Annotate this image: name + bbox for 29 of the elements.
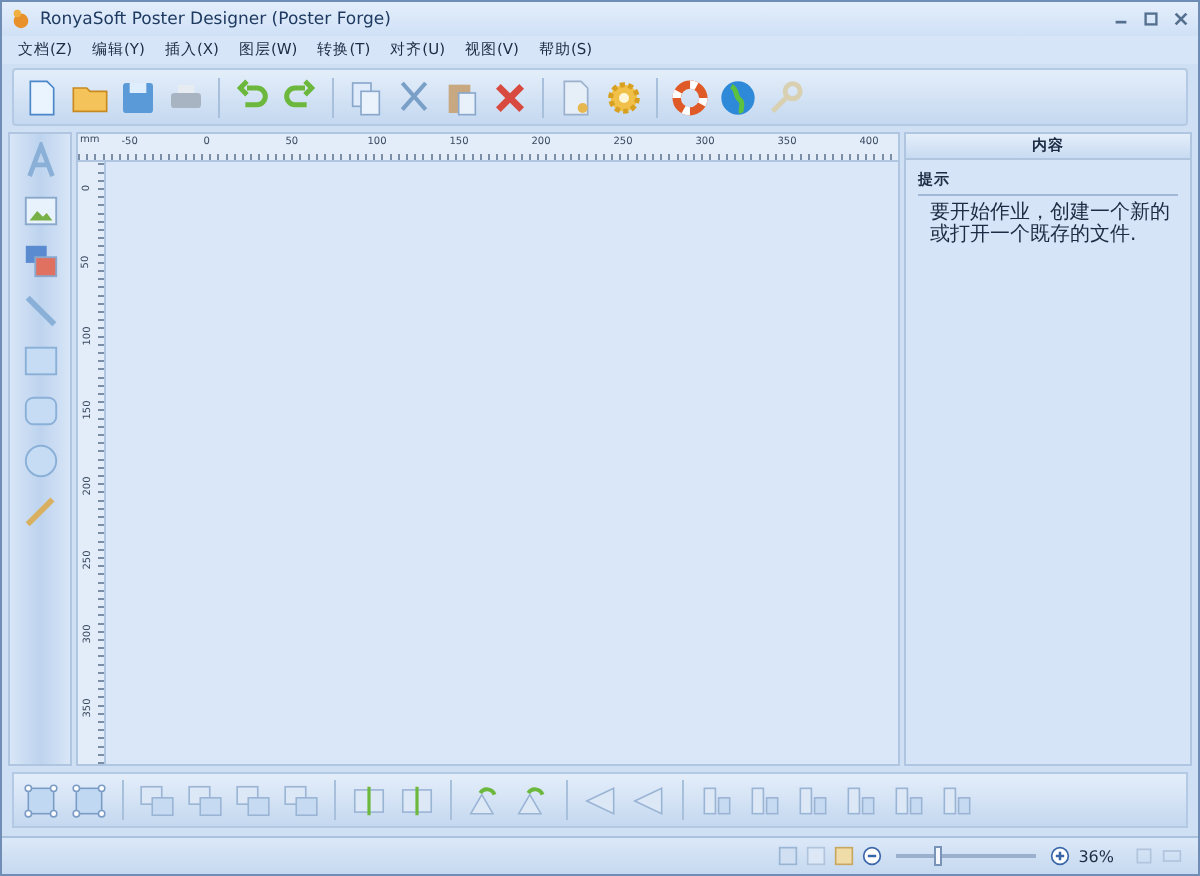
- hint-text: 要开始作业，创建一个新的或打开一个既存的文件.: [930, 202, 1172, 246]
- layers-icon[interactable]: [186, 781, 224, 819]
- line-icon[interactable]: [21, 292, 59, 330]
- flip-icon[interactable]: [398, 781, 436, 819]
- image-icon[interactable]: [21, 192, 59, 230]
- circle-icon[interactable]: [21, 442, 59, 480]
- maximize-icon[interactable]: [1142, 10, 1160, 28]
- gear-icon[interactable]: [604, 77, 644, 117]
- window-title: RonyaSoft Poster Designer (Poster Forge): [40, 9, 391, 29]
- flip-icon[interactable]: [350, 781, 388, 819]
- lifebuoy-icon[interactable]: [670, 77, 710, 117]
- rectangle-icon[interactable]: [21, 342, 59, 380]
- layers-icon[interactable]: [234, 781, 272, 819]
- select-frame-icon[interactable]: [70, 781, 108, 819]
- zoom-slider-thumb[interactable]: [934, 846, 943, 866]
- layers-icon[interactable]: [138, 781, 176, 819]
- layers-icon[interactable]: [282, 781, 320, 819]
- zoom-out-icon[interactable]: [862, 846, 883, 866]
- pencil-icon[interactable]: [21, 492, 59, 530]
- copy-icon[interactable]: [346, 77, 386, 117]
- images-icon[interactable]: [21, 242, 59, 280]
- zoom-level: 36%: [1078, 847, 1114, 865]
- zoom-in-icon[interactable]: [1050, 846, 1071, 866]
- select-frame-icon[interactable]: [22, 781, 60, 819]
- key-icon[interactable]: [766, 77, 806, 117]
- rounded-rectangle-icon[interactable]: [21, 392, 59, 430]
- app-logo-icon: [10, 8, 32, 30]
- close-icon[interactable]: [1172, 10, 1190, 28]
- globe-icon[interactable]: [718, 77, 758, 117]
